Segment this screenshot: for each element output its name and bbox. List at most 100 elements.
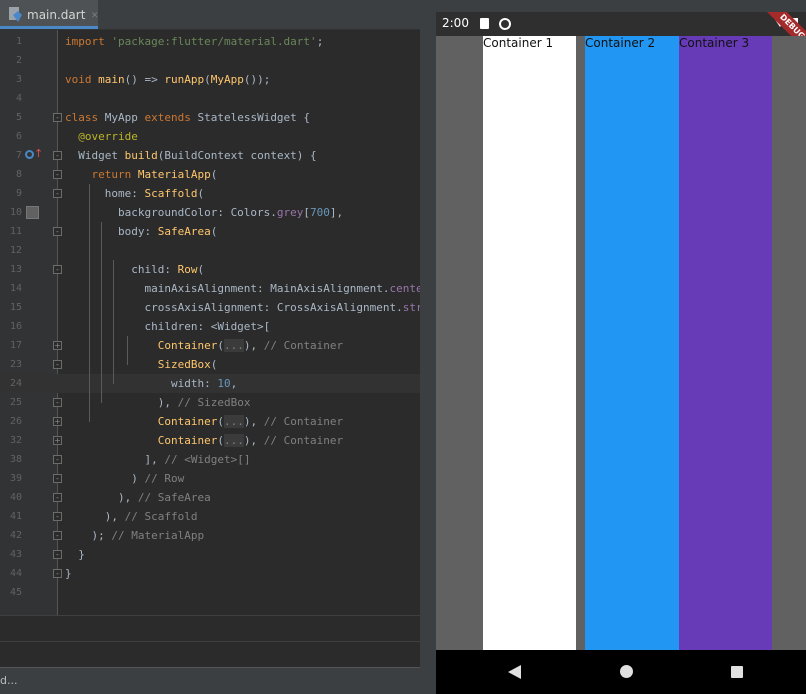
code-line[interactable]: 10 backgroundColor: Colors.grey[700],	[0, 203, 420, 222]
code-line[interactable]: 40 - ), // SafeArea	[0, 488, 420, 507]
line-number: 41	[9, 511, 22, 522]
code-line[interactable]: 4	[0, 89, 420, 108]
code-line[interactable]: 13 - child: Row(	[0, 260, 420, 279]
code-line[interactable]: 7 - Widget build(BuildContext context) {	[0, 146, 420, 165]
fold-collapse-icon[interactable]: -	[53, 170, 62, 179]
code-line[interactable]: 12	[0, 241, 420, 260]
fold-collapse-icon[interactable]: -	[53, 474, 62, 483]
fold-collapse-icon[interactable]: -	[53, 455, 62, 464]
code-text: return MaterialApp(	[91, 168, 218, 181]
code-line[interactable]: 42 - ); // MaterialApp	[0, 526, 420, 545]
tab-main-dart[interactable]: main.dart ✕	[0, 0, 98, 29]
code-text: child: Row(	[65, 263, 205, 276]
fold-collapse-icon[interactable]: -	[53, 493, 62, 502]
fold-collapse-icon[interactable]: -	[53, 151, 62, 160]
line-number: 6	[15, 131, 22, 142]
fold-expand-icon[interactable]: +	[53, 341, 62, 350]
line-number: 24	[9, 378, 22, 389]
code-line[interactable]: 5 - class MyApp extends StatelessWidget {	[0, 108, 420, 127]
android-emulator-screen: 2:00 DEBUG Container 1 Container 2 Conta…	[436, 12, 806, 694]
line-number: 10	[9, 207, 22, 218]
code-text: void main() => runApp(MyApp());	[65, 73, 271, 86]
code-line[interactable]: 24 width: 10,	[0, 374, 420, 393]
fold-collapse-icon[interactable]: -	[53, 113, 62, 122]
code-line[interactable]: 39 - ) // Row	[0, 469, 420, 488]
code-line[interactable]: 38 - ], // <Widget>[]	[0, 450, 420, 469]
container-2-label: Container 2	[585, 36, 656, 50]
code-text: class MyApp extends StatelessWidget {	[65, 111, 311, 124]
line-number: 40	[9, 492, 22, 503]
line-number: 3	[15, 74, 22, 85]
line-number: 23	[9, 359, 22, 370]
code-text: ), // SafeArea	[65, 491, 211, 504]
code-line[interactable]: 9 - home: Scaffold(	[0, 184, 420, 203]
tool-window-strip	[0, 615, 420, 642]
code-text: }	[65, 548, 85, 561]
color-swatch-icon[interactable]	[26, 206, 39, 219]
code-line[interactable]: 25 - ), // SizedBox	[0, 393, 420, 412]
code-line[interactable]: 3 void main() => runApp(MyApp());	[0, 70, 420, 89]
indent-guide	[113, 260, 114, 384]
active-tab-indicator	[0, 26, 98, 29]
recents-icon[interactable]	[731, 666, 743, 678]
home-icon[interactable]	[620, 665, 633, 678]
code-line[interactable]: 1 import 'package:flutter/material.dart';	[0, 32, 420, 51]
fold-collapse-icon[interactable]: -	[53, 550, 62, 559]
code-text: backgroundColor: Colors.grey[700],	[65, 206, 344, 219]
code-line[interactable]: 41 - ), // Scaffold	[0, 507, 420, 526]
override-marker-icon[interactable]	[25, 150, 34, 159]
line-number: 8	[15, 169, 22, 180]
status-clock: 2:00	[442, 16, 469, 30]
line-number: 25	[9, 397, 22, 408]
panel-splitter[interactable]	[420, 0, 436, 694]
code-line[interactable]: 2	[0, 51, 420, 70]
code-text: }	[65, 567, 72, 580]
line-number: 14	[9, 283, 22, 294]
line-number: 26	[9, 416, 22, 427]
code-text: home: Scaffold(	[65, 187, 205, 200]
fold-collapse-icon[interactable]: -	[53, 531, 62, 540]
dart-file-icon	[9, 7, 22, 22]
code-line[interactable]: 16 children: <Widget>[	[0, 317, 420, 336]
fold-collapse-icon[interactable]: -	[53, 398, 62, 407]
code-line[interactable]: 15 crossAxisAlignment: CrossAxisAlignmen…	[0, 298, 420, 317]
container-3: Container 3	[679, 36, 772, 650]
fold-expand-icon[interactable]: +	[53, 417, 62, 426]
code-area[interactable]: 1 import 'package:flutter/material.dart';…	[0, 30, 420, 615]
code-line[interactable]: 11 - body: SafeArea(	[0, 222, 420, 241]
line-number: 17	[9, 340, 22, 351]
line-number: 11	[9, 226, 22, 237]
code-editor-panel: main.dart ✕ 1 import 'package:flutter/mat…	[0, 0, 420, 694]
fold-collapse-icon[interactable]: -	[53, 265, 62, 274]
code-text: Container(...), // Container	[157, 434, 344, 447]
fold-collapse-icon[interactable]: -	[53, 227, 62, 236]
status-bar: d...	[0, 667, 420, 694]
container-1: Container 1	[483, 36, 576, 650]
code-text: ); // MaterialApp	[65, 529, 205, 542]
sd-card-icon	[480, 18, 489, 29]
fold-expand-icon[interactable]: +	[53, 436, 62, 445]
code-line[interactable]: 26 + Container(...), // Container	[0, 412, 420, 431]
code-line[interactable]: 14 mainAxisAlignment: MainAxisAlignment.…	[0, 279, 420, 298]
code-line[interactable]: 32 + Container(...), // Container	[0, 431, 420, 450]
sync-icon	[499, 18, 511, 30]
line-number: 39	[9, 473, 22, 484]
code-line[interactable]: 45	[0, 583, 420, 602]
back-icon[interactable]	[508, 665, 521, 679]
code-line[interactable]: 6 @override	[0, 127, 420, 146]
fold-collapse-icon[interactable]: -	[53, 569, 62, 578]
code-line[interactable]: 8 - return MaterialApp(	[0, 165, 420, 184]
fold-collapse-icon[interactable]: -	[53, 360, 62, 369]
line-number: 43	[9, 549, 22, 560]
code-line[interactable]: 44 -}	[0, 564, 420, 583]
code-line[interactable]: 17 + Container(...), // Container	[0, 336, 420, 355]
line-number: 13	[9, 264, 22, 275]
code-line[interactable]: 23 - SizedBox(	[0, 355, 420, 374]
fold-collapse-icon[interactable]: -	[53, 512, 62, 521]
editor-tab-bar: main.dart ✕	[0, 0, 420, 30]
line-number: 1	[15, 36, 22, 47]
code-line[interactable]: 43 - }	[0, 545, 420, 564]
close-tab-icon[interactable]: ✕	[91, 8, 98, 21]
container-3-label: Container 3	[679, 36, 750, 50]
fold-collapse-icon[interactable]: -	[53, 189, 62, 198]
